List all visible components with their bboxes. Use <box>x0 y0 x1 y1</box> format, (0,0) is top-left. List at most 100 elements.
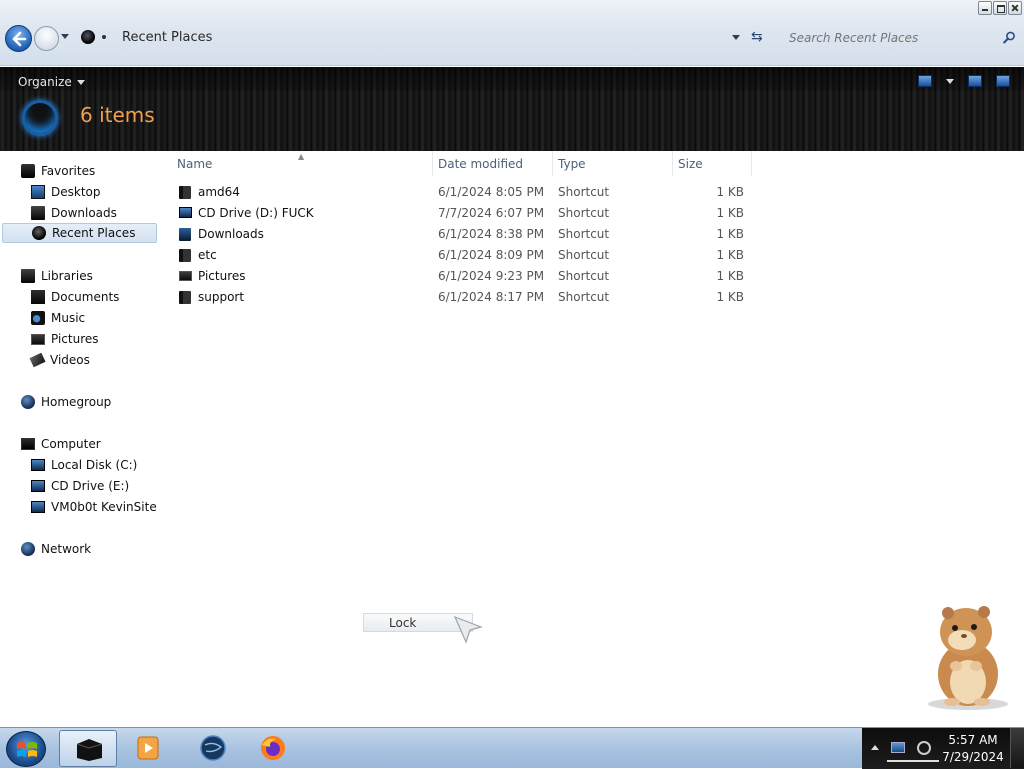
nav-libraries[interactable]: Libraries <box>21 266 93 286</box>
file-row[interactable]: CD Drive (D:) FUCK 7/7/2024 6:07 PM Shor… <box>170 203 770 224</box>
nav-item-documents[interactable]: Documents <box>31 287 119 307</box>
nav-item-recent-places[interactable]: Recent Places <box>2 223 157 243</box>
file-size: 1 KB <box>716 185 744 199</box>
browser-globe-icon <box>200 735 226 761</box>
file-row[interactable]: Pictures 6/1/2024 9:23 PM Shortcut 1 KB <box>170 266 770 287</box>
address-breadcrumb[interactable]: Recent Places <box>122 30 212 45</box>
title-address-bar: Recent Places ⇆ <box>0 0 1024 66</box>
search-icon[interactable] <box>1003 31 1016 44</box>
nav-favorites[interactable]: Favorites <box>21 161 95 181</box>
recent-places-icon <box>81 30 95 44</box>
organize-menu[interactable]: Organize <box>18 75 85 89</box>
change-view-icon[interactable] <box>918 75 932 87</box>
network-drive-icon <box>31 501 45 513</box>
column-divider[interactable] <box>672 151 673 176</box>
dark-folder-icon <box>179 186 191 199</box>
nav-item-downloads[interactable]: Downloads <box>31 203 117 223</box>
file-row[interactable]: etc 6/1/2024 8:09 PM Shortcut 1 KB <box>170 245 770 266</box>
command-bar-header: Organize 6 items <box>0 67 1024 151</box>
nav-item-pictures[interactable]: Pictures <box>31 329 99 349</box>
nav-item-network-share[interactable]: VM0b0t KevinSite <box>31 497 157 517</box>
nav-network[interactable]: Network <box>21 539 91 559</box>
desktop-icon <box>31 185 45 199</box>
back-button[interactable] <box>5 25 32 52</box>
file-date: 7/7/2024 6:07 PM <box>438 206 545 220</box>
show-desktop-button[interactable] <box>1010 728 1024 768</box>
recent-pages-dropdown[interactable] <box>61 34 69 39</box>
nav-label: CD Drive (E:) <box>51 479 130 493</box>
refresh-icon[interactable]: ⇆ <box>751 29 763 45</box>
system-clock[interactable]: 5:57 AM 7/29/2024 <box>938 732 1008 766</box>
taskbar-browser[interactable] <box>184 730 242 767</box>
search-box <box>782 26 1022 50</box>
homegroup-icon <box>21 395 35 409</box>
cd-drive-icon <box>179 207 192 218</box>
file-row[interactable]: support 6/1/2024 8:17 PM Shortcut 1 KB <box>170 287 770 308</box>
minimize-button[interactable] <box>978 1 992 15</box>
preview-pane-icon[interactable] <box>968 75 982 87</box>
view-options-dropdown[interactable] <box>946 78 954 84</box>
nav-label: Local Disk (C:) <box>51 458 138 472</box>
show-hidden-icons-icon[interactable] <box>871 745 879 750</box>
pictures-icon <box>31 333 45 345</box>
hard-drive-icon <box>31 459 45 471</box>
media-player-icon <box>137 736 159 760</box>
nav-label: VM0b0t KevinSite <box>51 500 157 514</box>
column-header-date[interactable]: Date modified <box>438 157 523 171</box>
file-list: Name ▲ Date modified Type Size amd64 6/1… <box>170 151 1024 727</box>
taskbar-media-player[interactable] <box>119 730 177 767</box>
windows-logo-icon <box>17 742 37 757</box>
file-row[interactable]: amd64 6/1/2024 8:05 PM Shortcut 1 KB <box>170 182 770 203</box>
close-button[interactable] <box>1008 1 1022 15</box>
column-header-size[interactable]: Size <box>678 157 703 171</box>
volume-icon[interactable] <box>917 741 931 755</box>
clock-date: 7/29/2024 <box>942 750 1004 764</box>
dark-folder-icon <box>179 249 191 262</box>
maximize-button[interactable] <box>993 1 1007 15</box>
nav-label: Videos <box>50 353 90 367</box>
nav-item-local-disk[interactable]: Local Disk (C:) <box>31 455 137 475</box>
favorites-star-icon <box>21 164 35 178</box>
network-icon <box>21 542 35 556</box>
address-history-dropdown[interactable] <box>732 35 740 40</box>
column-divider[interactable] <box>751 151 752 176</box>
taskbar-firefox[interactable] <box>244 730 302 767</box>
computer-icon <box>21 438 35 450</box>
taskbar-explorer[interactable] <box>59 730 117 767</box>
view-tools <box>918 75 1010 87</box>
file-row[interactable]: Downloads 6/1/2024 8:38 PM Shortcut 1 KB <box>170 224 770 245</box>
arrow-left-icon <box>12 31 27 47</box>
nav-label: Homegroup <box>41 395 112 409</box>
nav-item-music[interactable]: Music <box>31 308 85 328</box>
folder-orb-icon <box>22 100 58 136</box>
downloads-icon <box>179 228 191 241</box>
file-size: 1 KB <box>716 290 744 304</box>
nav-item-videos[interactable]: Videos <box>29 350 90 370</box>
breadcrumb-separator[interactable] <box>102 35 106 39</box>
nav-label: Documents <box>51 290 120 304</box>
nav-computer[interactable]: Computer <box>21 434 101 454</box>
nav-item-cd-drive[interactable]: CD Drive (E:) <box>31 476 129 496</box>
network-status-icon[interactable] <box>891 742 905 753</box>
navigation-pane: Favorites Desktop Downloads Recent Place… <box>0 151 162 727</box>
column-divider[interactable] <box>432 151 433 176</box>
music-icon <box>31 311 45 325</box>
explorer-icon <box>76 739 103 761</box>
file-date: 6/1/2024 8:09 PM <box>438 248 545 262</box>
column-header-type[interactable]: Type <box>558 157 586 171</box>
nav-homegroup[interactable]: Homegroup <box>21 392 111 412</box>
downloads-icon <box>31 206 45 220</box>
column-divider[interactable] <box>552 151 553 176</box>
firefox-icon <box>261 736 285 760</box>
file-date: 6/1/2024 9:23 PM <box>438 269 545 283</box>
file-name: CD Drive (D:) FUCK <box>198 206 314 220</box>
dark-folder-icon <box>179 291 191 304</box>
help-icon[interactable] <box>996 75 1010 87</box>
column-header-name[interactable]: Name <box>177 157 212 171</box>
nav-item-desktop[interactable]: Desktop <box>31 182 101 202</box>
videos-icon <box>29 352 46 368</box>
file-date: 6/1/2024 8:17 PM <box>438 290 545 304</box>
start-button[interactable] <box>6 731 46 767</box>
forward-button[interactable] <box>34 26 59 51</box>
search-input[interactable] <box>782 26 1022 50</box>
